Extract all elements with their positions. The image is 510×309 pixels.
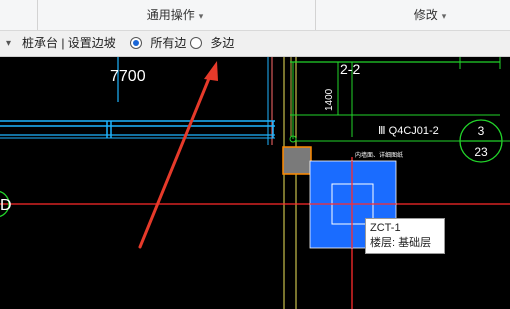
radio-all-edges[interactable]: 所有边 bbox=[130, 31, 186, 56]
radio-unchecked-icon[interactable] bbox=[190, 36, 202, 49]
drawing-note-text: 内墙面、详细图纸 bbox=[355, 151, 403, 159]
dropdown-caret-icon[interactable]: ▾ bbox=[6, 31, 11, 56]
ribbon-separator bbox=[37, 0, 38, 30]
ribbon-group-label: 通用操作 bbox=[146, 8, 195, 22]
tooltip-element-name: ZCT-1 bbox=[370, 222, 401, 234]
chevron-down-icon: ▾ bbox=[441, 11, 447, 21]
element-tooltip: ZCT-1 楼层: 基础层 bbox=[365, 218, 445, 254]
ribbon-group-general-operations[interactable]: 通用操作 ▾ bbox=[120, 0, 230, 30]
dimension-7700-text: 7700 bbox=[110, 68, 146, 85]
pile-cap-slope-label: 桩承台 | 设置边坡 bbox=[22, 36, 116, 50]
radio-all-edges-label: 所有边 bbox=[150, 36, 187, 50]
section-mark-text: 2-2 bbox=[340, 61, 360, 77]
ribbon-separator bbox=[315, 0, 316, 30]
cad-drawing-canvas[interactable]: 7700 2-2 1400 Ⅲ Q4CJ01-2 3 23 内墙面、详细图纸 D bbox=[0, 57, 510, 309]
radio-checked-icon[interactable] bbox=[130, 36, 142, 49]
axis-bubble-top-text: 3 bbox=[478, 124, 485, 138]
beam-label-text: Ⅲ Q4CJ01-2 bbox=[378, 125, 439, 137]
radio-multi-edges-label: 多边 bbox=[210, 36, 235, 50]
radio-multi-edges[interactable]: 多边 bbox=[190, 31, 234, 56]
axis-bubble-bottom-text: 23 bbox=[474, 145, 488, 159]
chevron-down-icon: ▾ bbox=[198, 11, 204, 21]
ribbon-group-modify[interactable]: 修改 ▾ bbox=[395, 0, 465, 30]
options-bar: ▾ 桩承台 | 设置边坡 所有边 多边 bbox=[0, 31, 510, 57]
tooltip-floor: 楼层: 基础层 bbox=[370, 237, 432, 249]
ribbon-toolbar: 通用操作 ▾ 修改 ▾ bbox=[0, 0, 510, 31]
dimension-1400-text: 1400 bbox=[324, 88, 335, 111]
ribbon-group-label: 修改 bbox=[413, 8, 438, 22]
column-element[interactable] bbox=[282, 146, 312, 175]
canvas-background bbox=[0, 57, 510, 309]
axis-label-left-text: D bbox=[0, 197, 12, 214]
